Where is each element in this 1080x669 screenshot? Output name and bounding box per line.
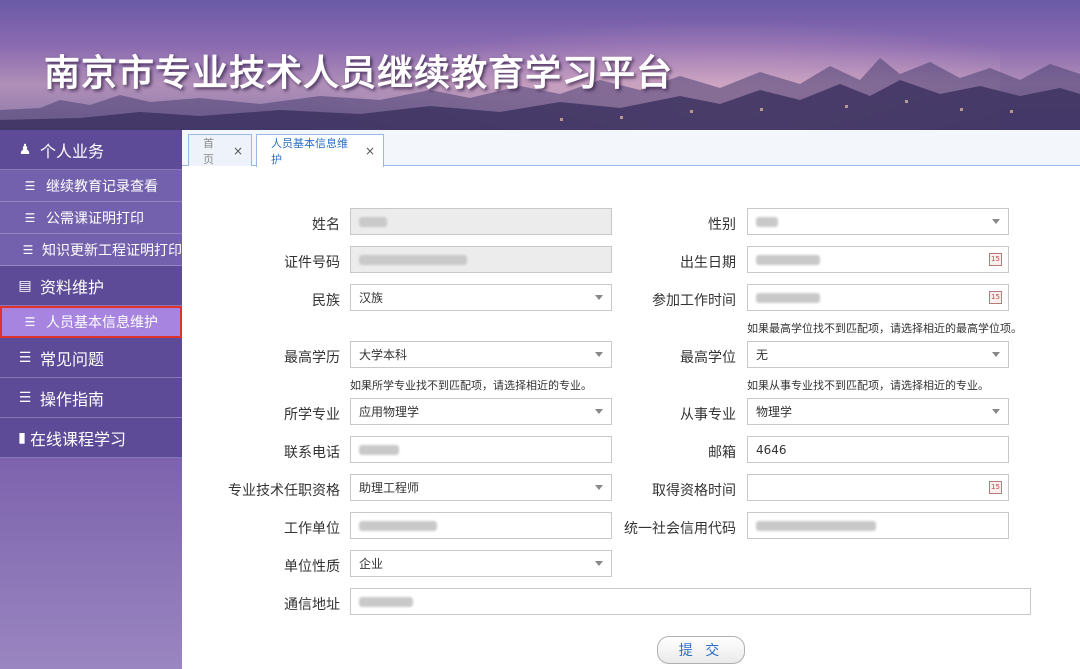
sidebar-section-label: 个人业务	[40, 141, 105, 161]
sidebar-section-label: 操作指南	[40, 389, 105, 409]
credit-code-field[interactable]	[747, 512, 1009, 539]
email-label: 邮箱	[708, 445, 736, 461]
sidebar-item-label: 知识更新工程证明打印	[42, 242, 182, 259]
close-icon[interactable]: ×	[365, 144, 375, 158]
person-icon: ♟	[18, 141, 32, 158]
monitor-icon: ▮	[18, 429, 26, 446]
sidebar-section-label: 常见问题	[40, 349, 105, 369]
work-start-label: 参加工作时间	[652, 293, 736, 309]
gender-label: 性别	[708, 217, 736, 233]
email-value: 4646	[756, 442, 787, 457]
major-hint: 如果所学专业找不到匹配项，请选择相近的专业。	[350, 379, 592, 392]
list-icon: ☰	[18, 389, 32, 406]
professional-title-select[interactable]: 助理工程师	[350, 474, 612, 501]
degree-select[interactable]: 无	[747, 341, 1009, 368]
sidebar-section-faq[interactable]: ☰ 常见问题	[0, 338, 182, 378]
professional-title-value: 助理工程师	[359, 481, 420, 495]
work-start-date-field[interactable]: 15	[747, 284, 1009, 311]
education-select[interactable]: 大学本科	[350, 341, 612, 368]
calendar-icon[interactable]: 15	[989, 253, 1002, 266]
list-icon: ☰	[18, 349, 32, 366]
sidebar: ♟ 个人业务 ☰ 继续教育记录查看 ☰ 公需课证明打印 ☰ 知识更新工程证明打印…	[0, 130, 182, 669]
sidebar-item-basic-info[interactable]: ☰ 人员基本信息维护	[0, 306, 182, 338]
list-icon: ☰	[24, 178, 36, 193]
gender-select[interactable]	[747, 208, 1009, 235]
education-label: 最高学历	[284, 350, 340, 366]
chevron-down-icon	[595, 352, 603, 357]
calendar-icon[interactable]: 15	[989, 291, 1002, 304]
tab-label: 人员基本信息维护	[271, 137, 348, 166]
tab-bar: 首页 × 人员基本信息维护 ×	[182, 130, 1080, 167]
birth-date-field[interactable]: 15	[747, 246, 1009, 273]
degree-label: 最高学位	[680, 350, 736, 366]
ethnicity-value: 汉族	[359, 291, 384, 305]
employer-label: 工作单位	[284, 521, 340, 537]
close-icon[interactable]: ×	[233, 144, 243, 158]
ethnicity-label: 民族	[312, 293, 340, 309]
ethnicity-select[interactable]: 汉族	[350, 284, 612, 311]
degree-hint: 如果最高学位找不到匹配项，请选择相近的最高学位项。	[747, 322, 1022, 335]
qualification-time-field[interactable]: 15	[747, 474, 1009, 501]
major-value: 应用物理学	[359, 405, 420, 419]
phone-label: 联系电话	[284, 445, 340, 461]
sidebar-section-personal[interactable]: ♟ 个人业务	[0, 130, 182, 170]
sidebar-item-label: 继续教育记录查看	[46, 178, 158, 195]
address-field[interactable]	[350, 588, 1031, 615]
sidebar-item-edu-records[interactable]: ☰ 继续教育记录查看	[0, 170, 182, 202]
tab-basic-info[interactable]: 人员基本信息维护 ×	[256, 134, 384, 167]
site-title: 南京市专业技术人员继续教育学习平台	[44, 53, 674, 94]
major-label: 所学专业	[284, 407, 340, 423]
main-content: 首页 × 人员基本信息维护 × 姓名 性别 证件号码 出生日期 15 民族 汉族…	[182, 130, 1080, 669]
employer-field[interactable]	[350, 512, 612, 539]
birth-date-label: 出生日期	[680, 255, 736, 271]
name-field[interactable]	[350, 208, 612, 235]
chevron-down-icon	[595, 561, 603, 566]
qualification-time-label: 取得资格时间	[652, 483, 736, 499]
org-type-select[interactable]: 企业	[350, 550, 612, 577]
id-number-label: 证件号码	[284, 255, 340, 271]
basic-info-form: 姓名 性别 证件号码 出生日期 15 民族 汉族 参加工作时间 15 如果最高学…	[182, 166, 1080, 669]
sidebar-item-knowledge-cert[interactable]: ☰ 知识更新工程证明打印	[0, 234, 182, 266]
sidebar-section-online-course[interactable]: ▮ 在线课程学习	[0, 418, 182, 458]
work-major-select[interactable]: 物理学	[747, 398, 1009, 425]
chevron-down-icon	[992, 219, 1000, 224]
chevron-down-icon	[595, 295, 603, 300]
tab-home[interactable]: 首页 ×	[188, 134, 252, 166]
address-label: 通信地址	[284, 597, 340, 613]
sidebar-item-label: 公需课证明打印	[46, 210, 144, 227]
list-icon: ☰	[24, 210, 36, 225]
org-type-label: 单位性质	[284, 559, 340, 575]
degree-value: 无	[756, 348, 769, 362]
chevron-down-icon	[992, 352, 1000, 357]
credit-code-label: 统一社会信用代码	[624, 521, 736, 537]
sidebar-section-guide[interactable]: ☰ 操作指南	[0, 378, 182, 418]
sidebar-section-label: 资料维护	[40, 277, 105, 297]
professional-title-label: 专业技术任职资格	[228, 483, 340, 499]
name-label: 姓名	[312, 217, 340, 233]
header-banner: 南京市专业技术人员继续教育学习平台	[0, 0, 1080, 130]
chevron-down-icon	[595, 409, 603, 414]
phone-field[interactable]	[350, 436, 612, 463]
work-major-value: 物理学	[756, 405, 793, 419]
sidebar-section-profile[interactable]: ▤ 资料维护	[0, 266, 182, 306]
work-major-label: 从事专业	[680, 407, 736, 423]
calendar-icon[interactable]: 15	[989, 481, 1002, 494]
sidebar-item-label: 人员基本信息维护	[46, 314, 158, 331]
education-value: 大学本科	[359, 348, 408, 362]
org-type-value: 企业	[359, 557, 384, 571]
chevron-down-icon	[992, 409, 1000, 414]
list-icon: ☰	[24, 314, 36, 329]
major-select[interactable]: 应用物理学	[350, 398, 612, 425]
sidebar-item-public-cert[interactable]: ☰ 公需课证明打印	[0, 202, 182, 234]
email-field[interactable]: 4646	[747, 436, 1009, 463]
submit-button[interactable]: 提 交	[657, 636, 745, 664]
work-major-hint: 如果从事专业找不到匹配项，请选择相近的专业。	[747, 379, 989, 392]
chevron-down-icon	[595, 485, 603, 490]
book-icon: ▤	[18, 277, 32, 294]
list-icon: ☰	[22, 242, 34, 257]
id-number-field[interactable]	[350, 246, 612, 273]
sidebar-section-label: 在线课程学习	[30, 429, 127, 449]
tab-label: 首页	[203, 136, 214, 166]
